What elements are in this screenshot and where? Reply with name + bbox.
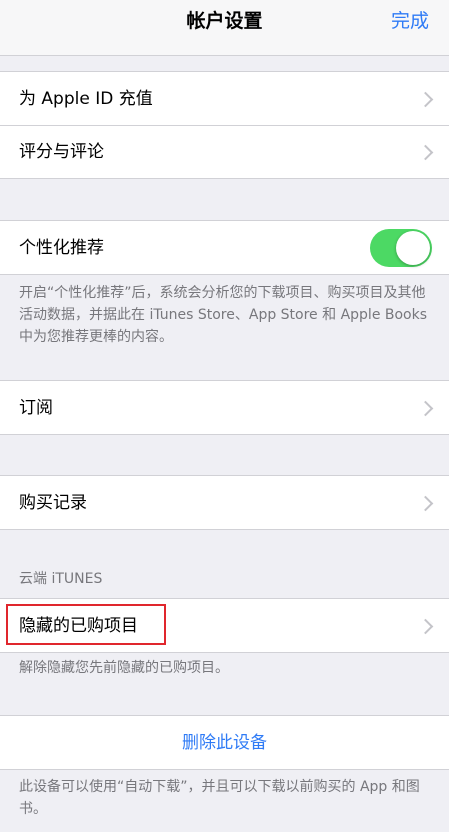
add-funds-row[interactable]: 为 Apple ID 充值 [0,72,449,125]
cloud-itunes-header: 云端 iTUNES [19,571,103,587]
personalized-recommendations-toggle[interactable] [370,228,432,267]
navigation-bar: 帐户设置 完成 [0,0,449,56]
ratings-reviews-label: 评分与评论 [19,142,104,162]
account-actions-group: 为 Apple ID 充值 评分与评论 [0,71,449,179]
chevron-right-icon [417,495,434,511]
account-settings-page: 帐户设置 完成 为 Apple ID 充值 评分与评论 个性化推荐 开启“个性化… [0,0,449,832]
chevron-right-icon [417,91,434,107]
chevron-right-icon [417,400,434,416]
device-group: 删除此设备 [0,715,449,770]
device-footnote: 此设备可以使用“自动下载”，并且可以下载以前购买的 App 和图书。 [19,779,420,817]
highlight-annotation [6,604,166,645]
chevron-right-icon [417,618,434,634]
personalized-recommendations-row: 个性化推荐 [0,221,449,274]
subscriptions-group: 订阅 [0,380,449,435]
page-title: 帐户设置 [186,10,263,32]
add-funds-label: 为 Apple ID 充值 [19,88,153,109]
personalized-recommendations-label: 个性化推荐 [19,237,104,258]
toggle-knob [396,230,430,265]
purchase-history-row[interactable]: 购买记录 [0,476,449,529]
subscriptions-row[interactable]: 订阅 [0,381,449,434]
remove-device-button[interactable]: 删除此设备 [182,732,267,754]
purchase-history-label: 购买记录 [19,492,87,513]
purchase-history-group: 购买记录 [0,475,449,530]
subscriptions-label: 订阅 [19,397,53,418]
chevron-right-icon [417,144,434,161]
hidden-purchases-footnote: 解除隐藏您先前隐藏的已购项目。 [19,660,229,676]
personalization-group: 个性化推荐 [0,220,449,275]
personalization-footnote: 开启“个性化推荐”后，系统会分析您的下载项目、购买项目及其他活动数据，并据此在 … [19,285,428,345]
remove-device-row[interactable]: 删除此设备 [0,716,449,769]
done-button[interactable]: 完成 [391,8,429,34]
ratings-reviews-row[interactable]: 评分与评论 [0,125,449,178]
